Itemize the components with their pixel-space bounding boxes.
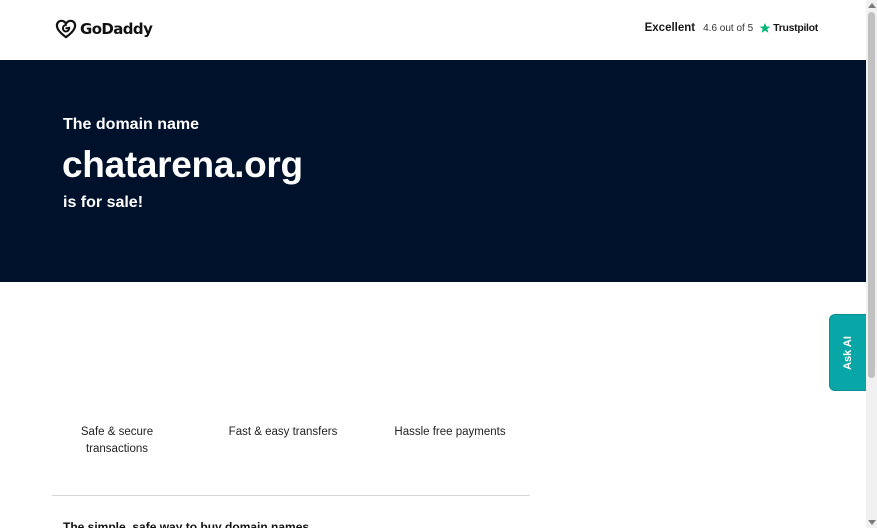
vertical-scrollbar[interactable] [866, 0, 877, 528]
star-icon [759, 22, 771, 33]
godaddy-logo-icon [55, 19, 77, 39]
trustpilot-brand: Trustpilot [773, 22, 818, 34]
hero-banner: The domain name chatarena.org is for sal… [0, 60, 866, 282]
features-list: Safe & secure transactions Fast & easy t… [52, 424, 530, 464]
trustpilot-label: Excellent [644, 22, 696, 34]
for-sale-text: is for sale! [63, 194, 144, 211]
site-header: GoDaddy Excellent 4.6 out of 5 Trustpilo… [0, 0, 866, 60]
trustpilot-score: 4.6 out of 5 [703, 22, 754, 34]
feature-hassle-free-payments: Hassle free payments [394, 426, 506, 438]
ask-ai-button[interactable]: Ask AI [829, 314, 867, 391]
page: GoDaddy Excellent 4.6 out of 5 Trustpilo… [0, 0, 866, 528]
logo-text: GoDaddy [80, 20, 153, 38]
scroll-down-arrow-icon[interactable] [866, 517, 877, 528]
hero-eyebrow: The domain name [63, 116, 200, 133]
section-divider [52, 495, 530, 496]
feature-safe-secure: Safe & secure transactions [80, 426, 154, 455]
godaddy-logo[interactable]: GoDaddy [55, 19, 153, 39]
scroll-up-arrow-icon[interactable] [866, 0, 877, 11]
trustpilot-rating[interactable]: Excellent 4.6 out of 5 Trustpilot [644, 22, 819, 34]
ask-ai-label: Ask AI [841, 335, 854, 370]
scrollbar-thumb[interactable] [868, 12, 875, 378]
domain-name-heading: chatarena.org [62, 144, 303, 185]
section-subheading: The simple, safe way to buy domain names [63, 520, 310, 528]
feature-fast-transfers: Fast & easy transfers [228, 426, 338, 438]
